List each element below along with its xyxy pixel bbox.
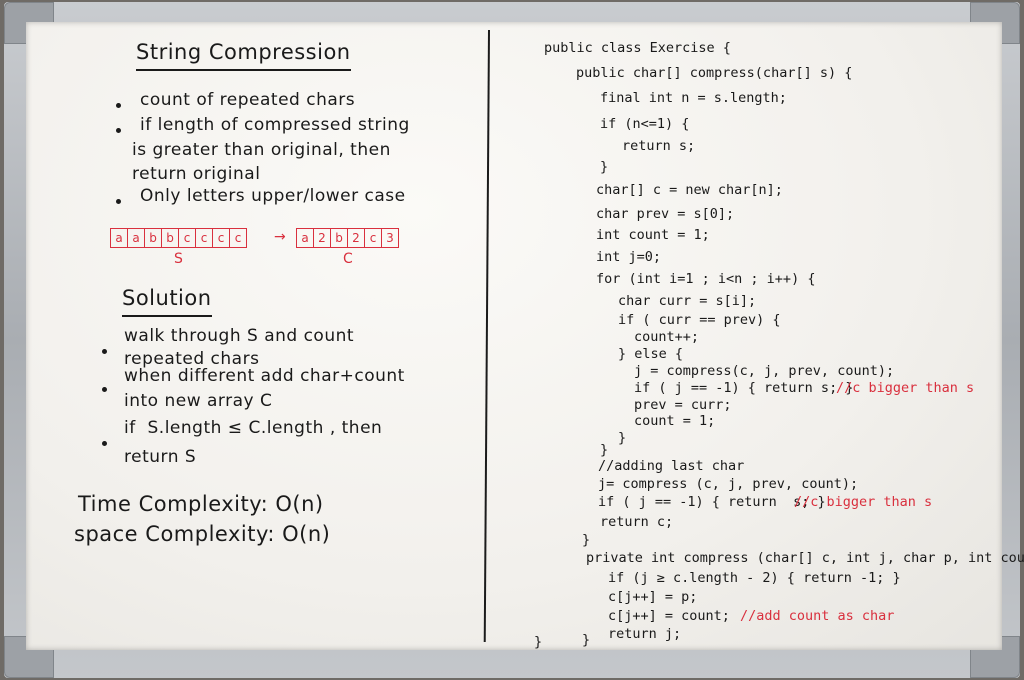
code-line: } (600, 442, 609, 458)
bullet-text: return original (132, 164, 261, 184)
bullet-dot (116, 128, 121, 133)
array-cell: 3 (386, 231, 394, 245)
array-cell: a (111, 229, 128, 247)
code-line: return c; (600, 514, 674, 530)
array-cell: 2 (348, 229, 365, 247)
code-line: public class Exercise { (544, 40, 731, 56)
code-line: if (n<=1) { (600, 116, 690, 132)
code-comment: //c bigger than s (794, 494, 933, 510)
code-line: } else { (618, 346, 684, 362)
code-line: public char[] compress(char[] s) { (576, 65, 853, 81)
whiteboard-surface: String Compression count of repeated cha… (26, 22, 1024, 650)
code-line: } (582, 632, 591, 648)
array-c-label: C (343, 251, 353, 267)
array-cell: c (365, 229, 382, 247)
solution-text: if S.length ≤ C.length , then (124, 418, 383, 438)
code-line: for (int i=1 ; i<n ; i++) { (596, 271, 816, 287)
code-line: count = 1; (634, 413, 716, 429)
code-line: if ( j == -1) { return s; } (598, 494, 826, 510)
time-complexity: Time Complexity: O(n) (78, 492, 324, 516)
solution-text: when different add char+count (124, 366, 405, 386)
arrow-icon: → (274, 229, 286, 245)
array-cell: b (145, 229, 162, 247)
array-cell: a (297, 229, 314, 247)
code-line: c[j++] = p; (608, 589, 698, 605)
code-line: prev = curr; (634, 397, 732, 413)
code-line: char curr = s[i]; (618, 293, 757, 309)
solution-title: Solution (122, 288, 212, 317)
code-line: } (534, 634, 543, 650)
code-line: return s; (622, 138, 696, 154)
solution-text: walk through S and count (124, 326, 355, 346)
bullet-dot (116, 103, 121, 108)
array-cell: a (128, 229, 145, 247)
whiteboard-photo: String Compression count of repeated cha… (0, 0, 1024, 680)
code-comment: //c bigger than s (836, 380, 975, 396)
code-line: j= compress (c, j, prev, count); (598, 476, 859, 492)
divider-line (483, 30, 490, 642)
bullet-dot (102, 441, 107, 446)
bullet-text: if length of compressed string (140, 115, 410, 135)
code-line: } (582, 532, 591, 548)
code-line: private int compress (char[] c, int j, c… (586, 550, 1024, 566)
left-title: String Compression (136, 42, 351, 71)
array-cell: b (331, 229, 348, 247)
solution-text: into new array C (124, 391, 273, 411)
code-line: if ( j == -1) { return s; } (634, 380, 854, 396)
solution-text: return S (124, 447, 197, 467)
array-cell: c (179, 229, 196, 247)
space-complexity: space Complexity: O(n) (74, 522, 331, 546)
code-line: if ( curr == prev) { (618, 312, 781, 328)
code-line: final int n = s.length; (600, 90, 787, 106)
bullet-text: count of repeated chars (140, 90, 356, 110)
code-line: int j=0; (596, 249, 662, 265)
code-line: count++; (634, 329, 700, 345)
bullet-dot (102, 349, 107, 354)
code-comment: //add count as char (740, 608, 895, 624)
array-c-diagram: a2b2c3 (296, 228, 399, 248)
bullet-text: is greater than original, then (132, 140, 391, 160)
array-s-label: S (174, 251, 183, 267)
array-s-diagram: aabbcccc (110, 228, 247, 248)
code-line: //adding last char (598, 458, 745, 474)
code-line: return j; (608, 626, 682, 642)
bullet-dot (102, 387, 107, 392)
bullet-dot (116, 199, 121, 204)
array-cell: c (213, 229, 230, 247)
code-line: int count = 1; (596, 227, 710, 243)
array-cell: b (162, 229, 179, 247)
array-cell: 2 (314, 229, 331, 247)
code-line: char[] c = new char[n]; (596, 182, 783, 198)
array-cell: c (196, 229, 213, 247)
code-line: j = compress(c, j, prev, count); (634, 363, 895, 379)
bullet-text: Only letters upper/lower case (140, 186, 406, 206)
array-cell: c (234, 231, 242, 245)
code-line: char prev = s[0]; (596, 206, 735, 222)
code-line: } (618, 430, 627, 446)
code-line: } (600, 159, 609, 175)
code-line: if (j ≥ c.length - 2) { return -1; } (608, 570, 901, 586)
code-line: c[j++] = count; (608, 608, 730, 624)
